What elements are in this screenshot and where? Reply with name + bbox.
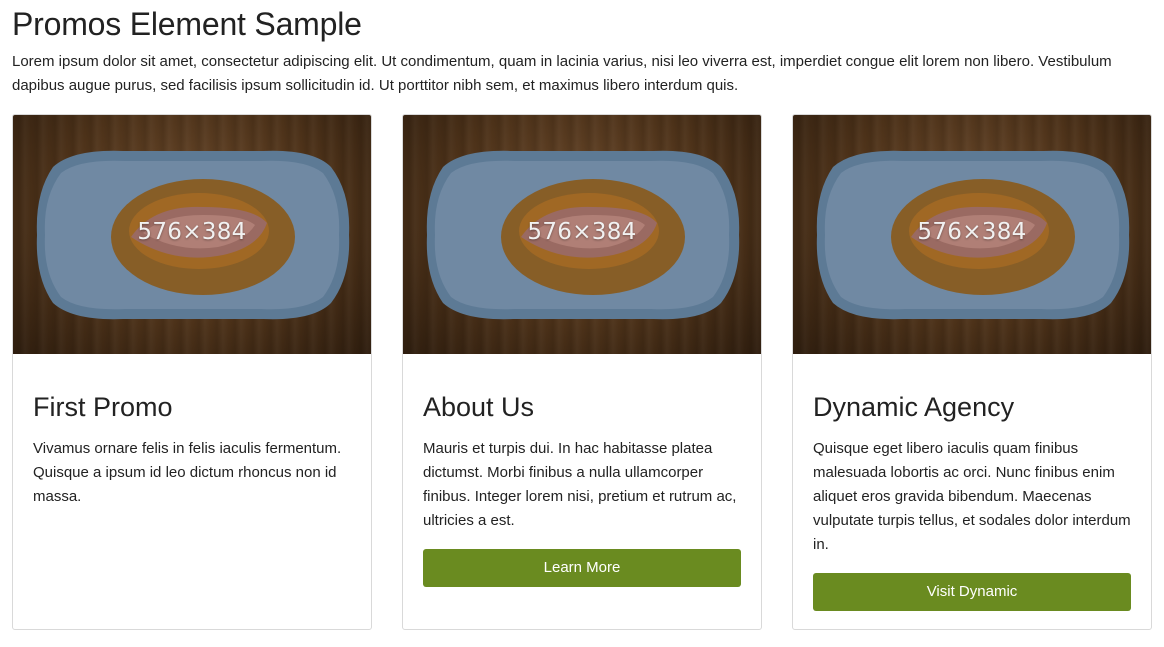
promo-title: Dynamic Agency: [813, 392, 1015, 422]
promo-image: 576×384: [403, 115, 761, 354]
promo-text: Quisque eget libero iaculis quam finibus…: [813, 440, 1131, 553]
image-dimension-label: 576×384: [917, 219, 1027, 245]
visit-dynamic-button[interactable]: Visit Dynamic: [813, 573, 1131, 611]
intro-paragraph: Lorem ipsum dolor sit amet, consectetur …: [12, 53, 1112, 94]
image-dimension-label: 576×384: [527, 219, 637, 245]
page-title: Promos Element Sample: [12, 6, 362, 42]
promo-title: About Us: [423, 392, 535, 422]
image-dimension-label: 576×384: [137, 219, 247, 245]
learn-more-button[interactable]: Learn More: [423, 549, 741, 587]
promo-text: Vivamus ornare felis in felis iaculis fe…: [33, 440, 342, 505]
promo-text: Mauris et turpis dui. In hac habitasse p…: [423, 440, 737, 529]
promos-row: 576×384 First Promo Vivamus ornare felis…: [12, 114, 1152, 630]
promo-card-about-us: 576×384 About Us Mauris et turpis dui. I…: [402, 114, 762, 630]
promo-card-first: 576×384 First Promo Vivamus ornare felis…: [12, 114, 372, 630]
promo-title: First Promo: [33, 392, 173, 422]
promo-image: 576×384: [793, 115, 1151, 354]
promo-image: 576×384: [13, 115, 371, 354]
promo-card-dynamic-agency: 576×384 Dynamic Agency Quisque eget libe…: [792, 114, 1152, 630]
